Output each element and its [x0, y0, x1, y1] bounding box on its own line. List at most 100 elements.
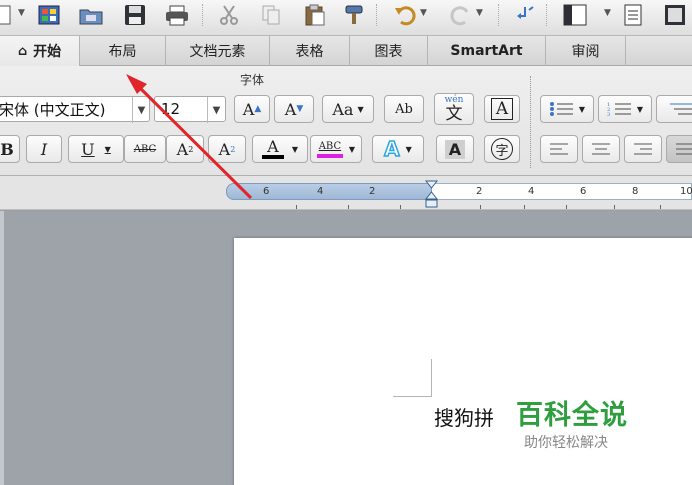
tab-smartart[interactable]: SmartArt	[428, 36, 546, 66]
font-name-select[interactable]: 宋体 (中文正文) ▼	[0, 96, 150, 123]
new-document-dropdown-icon[interactable]: ▼	[18, 8, 25, 18]
phonetic-guide-label: 文	[445, 103, 463, 124]
superscript-button[interactable]: A2	[166, 135, 204, 163]
tab-home-label: 开始	[33, 44, 62, 60]
grow-font-label: A	[242, 99, 255, 119]
change-case-button[interactable]: Aa ▼	[322, 95, 374, 123]
new-document-icon[interactable]	[0, 0, 16, 30]
tab-chart[interactable]: 图表	[350, 36, 428, 66]
tab-layout[interactable]: 布局	[80, 36, 166, 66]
undo-dropdown-icon[interactable]: ▼	[420, 8, 427, 18]
font-name-value: 宋体 (中文正文)	[0, 100, 106, 119]
ruler-label: 10	[680, 186, 692, 197]
indent-marker-icon[interactable]	[425, 180, 438, 210]
save-icon[interactable]	[122, 0, 148, 30]
justify-button[interactable]	[666, 135, 692, 163]
document-icon[interactable]	[620, 0, 646, 30]
redo-icon[interactable]	[448, 0, 474, 30]
grow-font-button[interactable]: A ▲	[234, 95, 270, 123]
tab-document-elements-label: 文档元素	[189, 44, 246, 60]
highlight-button[interactable]: ABC ▼	[310, 135, 362, 163]
sidebar-toggle-icon[interactable]	[512, 0, 538, 30]
font-size-select[interactable]: 12 ▼	[154, 96, 226, 123]
clear-formatting-button[interactable]: Ab	[384, 95, 424, 123]
bullet-list-icon	[549, 102, 573, 116]
open-folder-icon[interactable]	[78, 0, 104, 30]
font-color-button[interactable]: A ▼	[252, 135, 308, 163]
shrink-font-label: A	[284, 99, 297, 119]
tab-document-elements[interactable]: 文档元素	[166, 36, 270, 66]
highlight-label: ABC	[318, 141, 342, 152]
quick-access-toolbar: ▼ ▼ ▼ ▼	[0, 0, 692, 36]
tab-chart-label: 图表	[374, 44, 403, 60]
underline-button[interactable]: U ▼	[68, 135, 124, 163]
align-center-button[interactable]	[582, 135, 620, 163]
character-border-button[interactable]: A	[484, 95, 520, 123]
watermark-logo: 百科全说	[516, 400, 628, 431]
numbering-button[interactable]: 123 ▼	[598, 95, 652, 123]
bullets-button[interactable]: ▼	[540, 95, 594, 123]
character-shading-button[interactable]: A	[436, 135, 474, 163]
ruler-tick	[614, 205, 615, 209]
text-effects-button[interactable]: A ▼	[372, 135, 424, 163]
ruler-label: 4	[528, 186, 535, 197]
cut-icon[interactable]	[216, 0, 242, 30]
shrink-font-button[interactable]: A ▼	[274, 95, 314, 123]
ruler-label: 2	[369, 186, 376, 197]
underline-label: U	[81, 139, 95, 159]
highlight-bar	[316, 154, 343, 158]
margin-crop-mark	[393, 396, 431, 397]
gallery-icon[interactable]	[36, 0, 62, 30]
tab-home[interactable]: ⌂ 开始	[0, 36, 80, 66]
redo-dropdown-icon[interactable]: ▼	[476, 8, 483, 18]
character-border-label: A	[490, 98, 514, 120]
align-center-icon	[592, 143, 610, 155]
font-color-dropdown-icon: ▼	[291, 144, 299, 154]
document-text[interactable]: 搜狗拼	[434, 402, 494, 431]
numbering-dropdown-icon: ▼	[636, 104, 644, 114]
document-page[interactable]	[234, 238, 692, 485]
more-toolbar-icon[interactable]	[662, 0, 688, 30]
ruler-tick	[524, 205, 525, 209]
ruler-label: 4	[317, 186, 324, 197]
bold-button[interactable]: B	[0, 135, 20, 163]
ruler-tick	[480, 205, 481, 209]
align-right-button[interactable]	[624, 135, 662, 163]
undo-icon[interactable]	[392, 0, 418, 30]
view-layout-dropdown-icon[interactable]: ▼	[604, 8, 611, 18]
font-size-dropdown-icon[interactable]: ▼	[207, 97, 225, 123]
font-color-label: A	[267, 137, 279, 156]
tab-review-label: 审阅	[571, 44, 600, 60]
align-left-button[interactable]	[540, 135, 578, 163]
strikethrough-button[interactable]: ABC	[124, 135, 166, 163]
strikethrough-label: ABC	[133, 143, 157, 155]
italic-button[interactable]: I	[26, 135, 62, 163]
font-ribbon-group: 字体 宋体 (中文正文) ▼ 12 ▼ A ▲ A ▼ Aa ▼ Ab wén 文 A…	[0, 66, 692, 176]
enclose-characters-label: 字	[491, 138, 513, 160]
format-painter-icon[interactable]	[342, 0, 368, 30]
tab-smartart-label: SmartArt	[450, 43, 523, 59]
underline-dropdown-icon: ▼	[104, 144, 111, 154]
subscript-label: A	[218, 139, 231, 159]
subscript-button[interactable]: A2	[208, 135, 246, 163]
font-name-dropdown-icon[interactable]: ▼	[132, 97, 150, 123]
numbered-list-icon: 123	[607, 102, 631, 117]
tab-table[interactable]: 表格	[270, 36, 350, 66]
print-icon[interactable]	[164, 0, 190, 30]
phonetic-guide-button[interactable]: wén 文	[434, 93, 474, 125]
font-group-title: 字体	[240, 73, 265, 87]
tab-review[interactable]: 审阅	[546, 36, 626, 66]
highlight-dropdown-icon: ▼	[348, 144, 356, 154]
character-shading-label: A	[444, 139, 466, 159]
margin-crop-mark	[431, 359, 432, 397]
paste-icon[interactable]	[302, 0, 328, 30]
svg-text:3: 3	[607, 112, 610, 117]
clear-formatting-label: Ab	[395, 101, 413, 117]
view-layout-icon[interactable]	[562, 0, 588, 30]
change-case-dropdown-icon: ▼	[357, 104, 364, 114]
bullets-dropdown-icon: ▼	[578, 104, 586, 114]
copy-icon[interactable]	[258, 0, 284, 30]
enclose-characters-button[interactable]: 字	[484, 135, 520, 163]
multilevel-list-button[interactable]	[656, 95, 692, 123]
text-effects-label: A	[383, 136, 400, 162]
